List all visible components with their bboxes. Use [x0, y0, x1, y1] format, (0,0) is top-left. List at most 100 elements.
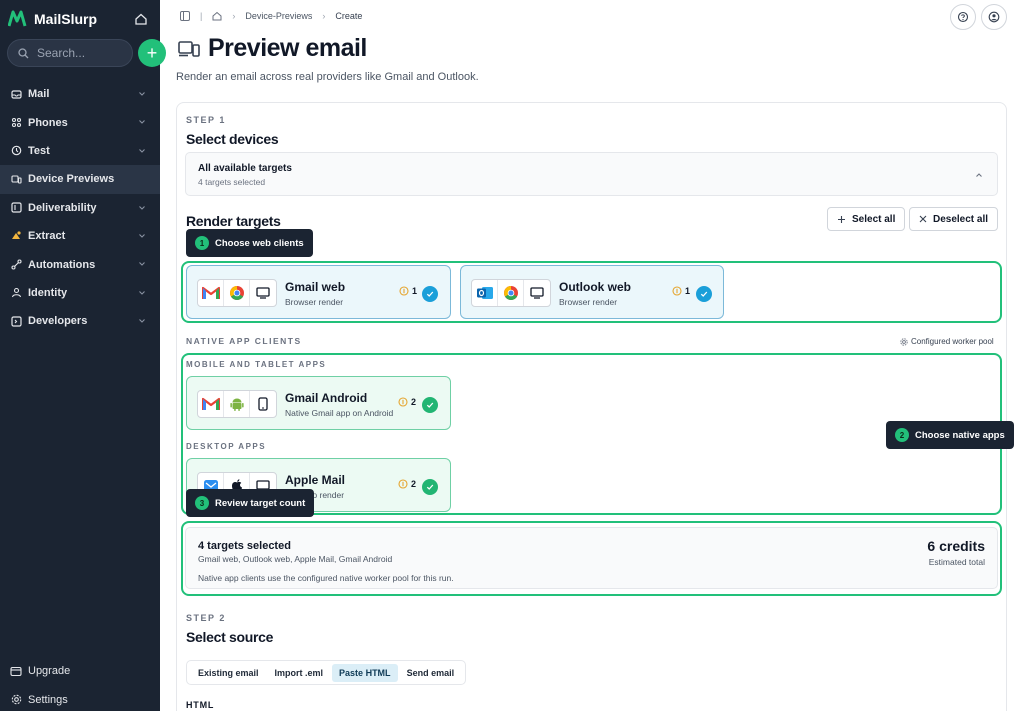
select-devices-title: Select devices	[186, 131, 279, 147]
chevron-down-icon	[139, 205, 145, 210]
step2-label: STEP 2	[186, 613, 226, 623]
top-bar: | › Device-Previews › Create	[160, 0, 1024, 34]
native-clients-label: NATIVE APP CLIENTS	[186, 336, 302, 346]
sidebar-item-developers[interactable]: Developers	[0, 307, 160, 335]
plus-icon	[838, 215, 845, 223]
tab-existing-email[interactable]: Existing email	[191, 664, 266, 682]
sidebar-item-automations[interactable]: Automations	[0, 250, 160, 278]
device-previews-icon	[10, 173, 22, 185]
target-count: 1	[672, 286, 690, 296]
sidebar-item-label: Settings	[28, 693, 68, 706]
credits-estimated-label: Estimated total	[928, 557, 985, 567]
page-title: Preview email	[208, 34, 367, 62]
search-box[interactable]	[7, 39, 133, 67]
select-all-label: Select all	[852, 213, 896, 225]
identity-icon	[10, 287, 22, 299]
mobile-apps-label: MOBILE AND TABLET APPS	[186, 360, 327, 369]
selected-check-icon[interactable]	[422, 397, 438, 413]
step1-label: STEP 1	[186, 115, 226, 125]
chevron-down-icon	[139, 92, 145, 96]
sidebar-item-test[interactable]: Test	[0, 137, 160, 165]
search-input[interactable]	[37, 46, 127, 60]
mailslurp-logo-icon	[8, 10, 27, 27]
tab-import-eml[interactable]: Import .eml	[268, 664, 331, 682]
sidebar-item-identity[interactable]: Identity	[0, 279, 160, 307]
tooltip-choose-web-clients: 1 Choose web clients	[186, 229, 313, 257]
sidebar-item-label: Automations	[28, 258, 96, 271]
sidebar-item-deliverability[interactable]: Deliverability	[0, 194, 160, 222]
worker-pool-label: Configured worker pool	[911, 337, 994, 346]
html-field-label: HTML	[186, 700, 215, 710]
tab-send-email[interactable]: Send email	[400, 664, 462, 682]
gmail-icon	[198, 280, 224, 306]
tab-paste-html[interactable]: Paste HTML	[332, 663, 398, 682]
home-icon[interactable]	[134, 12, 148, 26]
target-gmail-android[interactable]: Gmail Android Native Gmail app on Androi…	[186, 376, 451, 430]
target-outlook-web[interactable]: Outlook web Browser render 1	[460, 265, 724, 319]
breadcrumb-separator: |	[200, 11, 203, 21]
sidebar-item-extract[interactable]: Extract	[0, 222, 160, 250]
test-icon	[10, 145, 22, 157]
sidebar-item-label: Developers	[28, 315, 88, 328]
tooltip-review-target-count: 3 Review target count	[186, 489, 315, 517]
brand[interactable]: MailSlurp	[8, 8, 97, 30]
source-tabs: Existing email Import .eml Paste HTML Se…	[186, 660, 467, 685]
selected-check-icon[interactable]	[422, 286, 438, 302]
accordion-subtitle: 4 targets selected	[198, 177, 266, 187]
add-button[interactable]: +	[138, 39, 166, 67]
tooltip-step-number: 3	[195, 496, 209, 510]
chevron-down-icon	[139, 234, 145, 238]
coin-icon	[672, 286, 682, 296]
target-name: Gmail web	[285, 280, 346, 294]
chevron-down-icon	[139, 148, 145, 153]
target-count: 2	[398, 479, 416, 489]
breadcrumb-separator: ›	[322, 11, 326, 21]
home-icon[interactable]	[212, 11, 222, 21]
deliverability-icon	[10, 202, 22, 214]
target-count-value: 2	[411, 479, 417, 489]
account-button[interactable]	[981, 4, 1007, 30]
breadcrumb-section[interactable]: Device-Previews	[245, 11, 312, 21]
gear-icon	[10, 694, 22, 706]
chevron-up-icon	[976, 173, 982, 177]
sidebar-item-device-previews[interactable]: Device Previews	[0, 165, 160, 194]
sidebar-item-phones[interactable]: Phones	[0, 108, 160, 136]
coin-icon	[399, 286, 409, 296]
sidebar-item-settings[interactable]: Settings	[0, 685, 160, 711]
extract-icon	[10, 230, 22, 242]
sidebar-item-label: Identity	[28, 286, 68, 299]
help-button[interactable]	[950, 4, 976, 30]
tooltip-step-number: 1	[195, 236, 209, 250]
developers-icon	[10, 315, 22, 327]
target-description: Browser render	[559, 297, 618, 307]
sidebar-item-label: Extract	[28, 230, 66, 243]
target-count-value: 1	[412, 286, 418, 296]
target-gmail-web[interactable]: Gmail web Browser render 1	[186, 265, 451, 319]
desktop-icon	[524, 280, 550, 306]
search-icon	[18, 47, 29, 58]
sidebar-toggle-icon[interactable]	[180, 11, 190, 21]
user-icon	[988, 11, 1000, 23]
coin-icon	[398, 397, 408, 407]
select-all-button[interactable]: Select all	[827, 207, 906, 231]
summary-title: 4 targets selected	[198, 540, 291, 552]
deselect-all-label: Deselect all	[933, 213, 989, 225]
target-description: Native Gmail app on Android	[285, 408, 394, 418]
target-description: Browser render	[285, 297, 344, 307]
page-title-row: Preview email	[178, 34, 367, 63]
deselect-all-button[interactable]: Deselect all	[909, 207, 999, 231]
sidebar-item-upgrade[interactable]: Upgrade	[0, 657, 160, 685]
sidebar-item-mail[interactable]: Mail	[0, 80, 160, 108]
mail-icon	[10, 88, 22, 100]
outlook-icon	[472, 280, 498, 306]
sidebar-item-label: Phones	[28, 116, 68, 129]
plus-icon: +	[146, 42, 158, 63]
gear-icon	[900, 337, 908, 346]
brand-name: MailSlurp	[34, 11, 98, 27]
selected-check-icon[interactable]	[696, 286, 712, 302]
targets-accordion[interactable]: All available targets 4 targets selected	[185, 152, 998, 196]
chevron-down-icon	[139, 262, 145, 267]
tooltip-choose-native-apps: 2 Choose native apps	[886, 421, 1014, 449]
coin-icon	[398, 479, 408, 489]
selected-check-icon[interactable]	[422, 479, 438, 495]
